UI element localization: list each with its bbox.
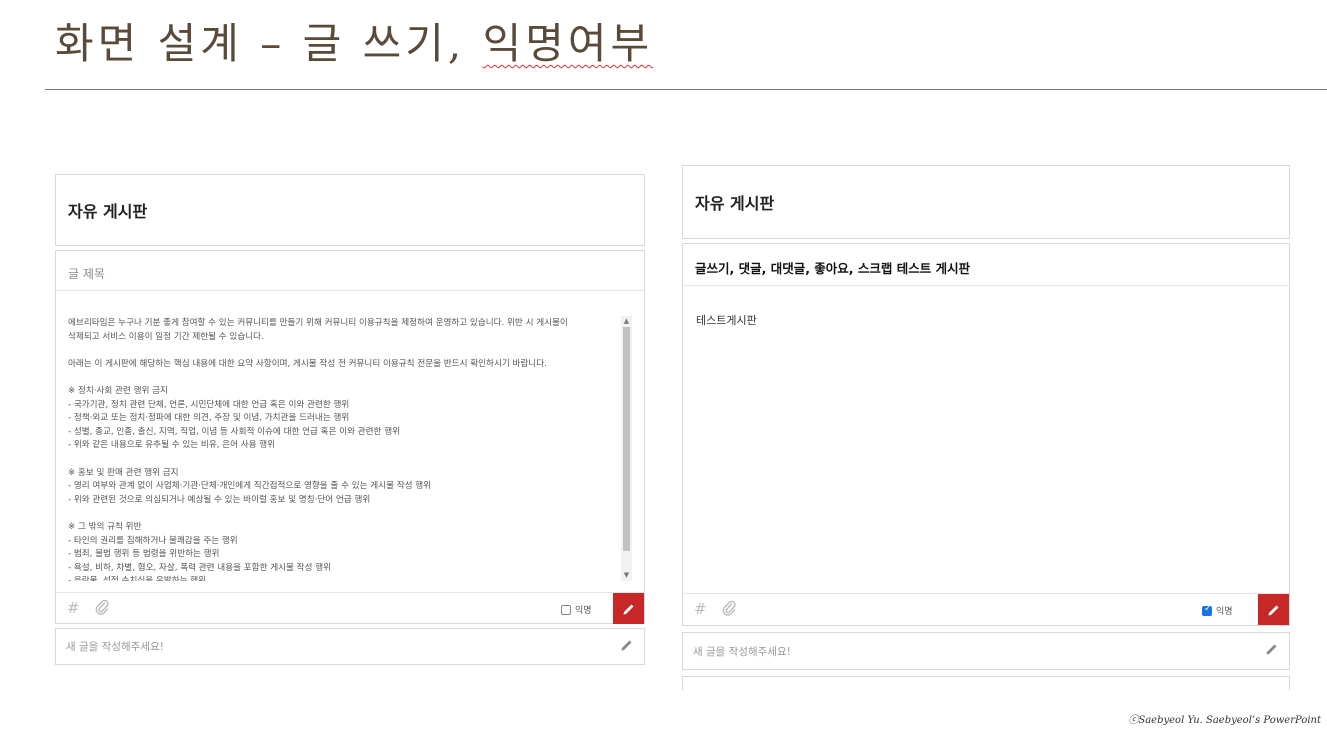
hashtag-icon[interactable]: # — [67, 599, 80, 617]
rules-line: - 국가기관, 정치 관련 단체, 언론, 시민단체에 대한 언급 혹은 이와 … — [68, 399, 350, 410]
paperclip-icon[interactable] — [722, 600, 736, 620]
pencil-icon — [1268, 605, 1278, 615]
left-board-header: 자유 게시판 — [55, 174, 645, 246]
right-new-post-bar[interactable]: 새 글을 작성해주세요! — [682, 632, 1290, 670]
scroll-down-arrow[interactable]: ▼ — [621, 570, 632, 581]
rules-line: - 타인의 권리를 침해하거나 불쾌감을 주는 행위 — [68, 535, 238, 546]
rules-line: ※ 그 밖의 규칙 위반 — [68, 521, 142, 532]
rules-line: - 영리 여부와 관계 없이 사업체·기관·단체·개인에게 직간접적으로 영향을… — [68, 481, 432, 492]
left-write-form: 글 제목 에브리타임은 누구나 기분 좋게 참여할 수 있는 커뮤니티를 만들기… — [55, 250, 645, 624]
rules-line — [68, 371, 616, 385]
post-title-input[interactable]: 글 제목 — [56, 251, 644, 291]
rules-line: - 음란물, 성적 수치심을 유발하는 행위 — [68, 575, 616, 581]
rules-line: ※ 정치·사회 관련 행위 금지 — [68, 385, 168, 396]
anonymous-checkbox[interactable] — [561, 604, 571, 615]
anonymous-toggle[interactable]: 익명 — [1202, 604, 1233, 617]
title-divider — [45, 89, 1327, 90]
rules-line: 삭제되고 서비스 이용이 일정 기간 제한될 수 있습니다. — [68, 331, 264, 342]
pencil-icon[interactable] — [1265, 642, 1279, 660]
scrollbar-thumb[interactable] — [623, 327, 630, 551]
slide-title: 화면 설계 – 글 쓰기, 익명여부 — [55, 10, 653, 71]
rules-line — [68, 453, 616, 467]
rules-line — [68, 344, 616, 358]
rules-line: 에브리타임은 누구나 기분 좋게 참여할 수 있는 커뮤니티를 만들기 위해 커… — [68, 318, 568, 328]
new-post-placeholder: 새 글을 작성해주세요! — [693, 645, 791, 658]
rules-line: - 욕설, 비하, 차별, 혐오, 자살, 폭력 관련 내용을 포함한 게시물 … — [68, 562, 332, 573]
rules-line: - 정책·외교 또는 정치·정파에 대한 의견, 주장 및 이념, 가치관을 드… — [68, 413, 350, 424]
rules-line: - 범죄, 불법 행위 등 법령을 위반하는 행위 — [68, 549, 220, 560]
post-title-input[interactable]: 글쓰기, 댓글, 대댓글, 좋아요, 스크랩 테스트 게시판 — [683, 244, 1289, 286]
rules-line: - 성별, 종교, 인종, 출신, 지역, 직업, 이념 등 사회적 이슈에 대… — [68, 426, 401, 437]
rules-line: - 위와 관련된 것으로 의심되거나 예상될 수 있는 바이럴 홍보 및 명칭·… — [68, 494, 371, 505]
left-new-post-bar[interactable]: 새 글을 작성해주세요! — [55, 628, 645, 665]
copyright-text: ⓒSaebyeol Yu. Saebyeol’s PowerPoint — [1128, 715, 1321, 726]
anonymous-checkbox[interactable] — [1202, 604, 1212, 616]
rules-line: ※ 홍보 및 판매 관련 행위 금지 — [68, 467, 179, 478]
post-body-textarea[interactable]: 에브리타임은 누구나 기분 좋게 참여할 수 있는 커뮤니티를 만들기 위해 커… — [68, 317, 616, 581]
anonymous-toggle[interactable]: 익명 — [561, 603, 592, 616]
slide-title-emphasis: 익명여부 — [482, 19, 654, 68]
right-board-header: 자유 게시판 — [682, 165, 1290, 239]
hashtag-icon[interactable]: # — [694, 600, 707, 618]
submit-post-button[interactable] — [613, 593, 644, 624]
slide-title-main: 화면 설계 – 글 쓰기, — [55, 19, 483, 68]
scroll-up-arrow[interactable]: ▲ — [621, 316, 632, 327]
pencil-icon[interactable] — [620, 638, 634, 656]
new-post-placeholder: 새 글을 작성해주세요! — [66, 641, 164, 653]
textarea-scrollbar[interactable]: ▲ ▼ — [621, 316, 632, 581]
rules-line — [68, 507, 616, 521]
rules-line: 아래는 이 게시판에 해당하는 핵심 내용에 대한 요약 사항이며, 게시물 작… — [68, 358, 547, 369]
right-write-form: 글쓰기, 댓글, 대댓글, 좋아요, 스크랩 테스트 게시판 테스트게시판 # … — [682, 243, 1290, 626]
paperclip-icon[interactable] — [95, 599, 109, 619]
submit-post-button[interactable] — [1258, 594, 1289, 625]
post-body-textarea[interactable]: 테스트게시판 — [696, 312, 757, 328]
anonymous-label: 익명 — [1216, 607, 1233, 617]
anonymous-label: 익명 — [575, 606, 592, 616]
rules-line: - 위와 같은 내용으로 유추될 수 있는 비유, 은어 사용 행위 — [68, 440, 276, 451]
left-post-toolbar: # 익명 — [56, 592, 644, 624]
board-name: 자유 게시판 — [68, 202, 148, 221]
right-next-item-edge — [682, 676, 1290, 690]
right-post-toolbar: # 익명 — [683, 593, 1289, 625]
board-name: 자유 게시판 — [695, 194, 775, 213]
pencil-icon — [623, 604, 633, 614]
